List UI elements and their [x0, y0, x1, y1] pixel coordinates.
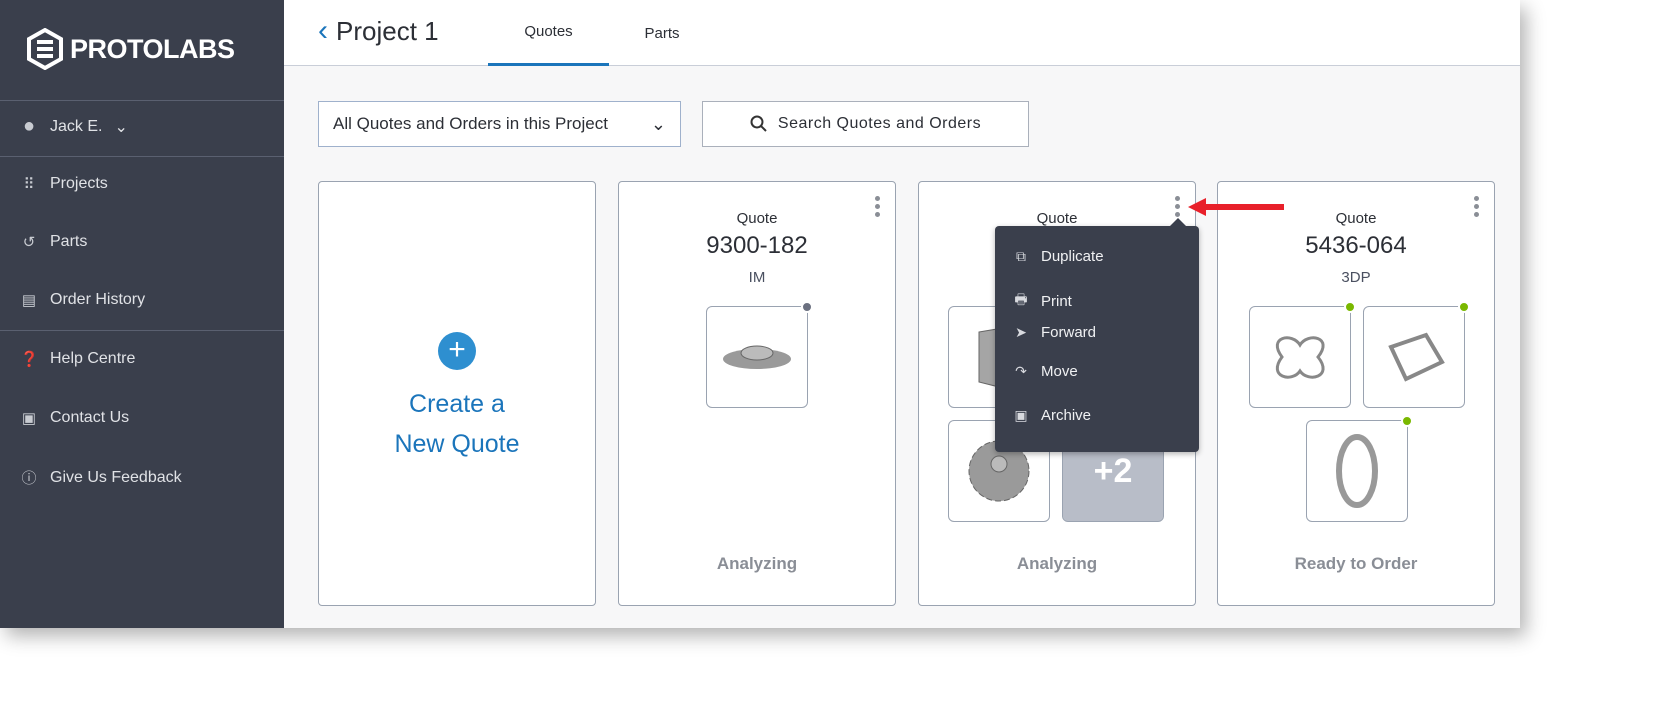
menu-item-label: Print: [1041, 292, 1072, 310]
sidebar-item-label: Parts: [50, 233, 88, 250]
tab-label: Parts: [644, 24, 680, 42]
filter-value: All Quotes and Orders in this Project: [333, 114, 608, 133]
quote-card[interactable]: Quote 5436-064 3DP Ready to Order: [1217, 181, 1495, 606]
menu-item-label: Duplicate: [1041, 248, 1104, 265]
create-quote-card[interactable]: + Create a New Quote: [318, 181, 596, 606]
part-thumbnail[interactable]: [1363, 301, 1470, 408]
feedback-icon: ⓘ: [21, 470, 37, 487]
logo-text: PROTOLABS: [70, 33, 235, 64]
sidebar-item-feedback[interactable]: ⓘ Give Us Feedback: [20, 467, 182, 488]
search-label: Search Quotes and Orders: [777, 115, 982, 132]
menu-item-label: Archive: [1041, 407, 1092, 424]
status-dot: [1401, 415, 1413, 427]
quote-label: Quote: [736, 210, 778, 227]
quote-filter-select[interactable]: All Quotes and Orders in this Project ⌄: [318, 101, 681, 147]
sidebar: PROTOLABS ● Jack E. ⌄ ⠿ Projects ↺ Parts ▤ O…: [0, 0, 284, 628]
app-window: PROTOLABS ● Jack E. ⌄ ⠿ Projects ↺ Parts ▤ O…: [0, 0, 1520, 628]
quote-status: Analyzing: [716, 554, 798, 573]
part-image: [1388, 332, 1445, 382]
sidebar-item-label: Projects: [50, 175, 108, 192]
sidebar-item-label: Help Centre: [50, 350, 136, 367]
menu-item-forward[interactable]: ➤ Forward: [1013, 324, 1096, 341]
quote-options-menu: ⧉ Duplicate 🖶 Print ➤ Forward ↷ Move ▣ Archiv…: [995, 218, 1199, 452]
user-avatar-icon: ●: [22, 115, 36, 137]
sidebar-item-label: Order History: [50, 291, 146, 308]
quote-number: 5436-064: [1305, 232, 1407, 259]
undo-icon: ↺: [22, 234, 36, 251]
page-title: Project 1: [336, 15, 439, 46]
user-menu[interactable]: ● Jack E. ⌄: [20, 115, 128, 138]
tab-parts[interactable]: Parts: [624, 0, 700, 66]
move-arrow-icon: ↷: [1015, 363, 1027, 379]
quote-status: Ready to Order: [1294, 554, 1418, 573]
search-quotes-button[interactable]: Search Quotes and Orders: [702, 101, 1029, 147]
quote-type: 3DP: [1341, 269, 1371, 286]
search-icon: [750, 115, 767, 132]
menu-item-print[interactable]: 🖶 Print: [1013, 289, 1072, 313]
part-thumbnail[interactable]: [706, 301, 813, 408]
part-image: [1336, 434, 1378, 508]
part-image: [723, 345, 791, 369]
part-thumbnail[interactable]: [1306, 415, 1413, 522]
menu-item-label: Forward: [1041, 324, 1097, 341]
sidebar-item-label: Give Us Feedback: [50, 468, 182, 486]
duplicate-icon: ⧉: [1016, 248, 1026, 264]
sidebar-item-help-centre[interactable]: ❓ Help Centre: [20, 350, 135, 368]
back-to-project[interactable]: ‹ Project 1: [318, 14, 439, 48]
annotation-arrow-icon: [1188, 198, 1284, 216]
sidebar-item-projects[interactable]: ⠿ Projects: [20, 175, 108, 193]
create-line2: New Quote: [394, 430, 520, 458]
status-dot: [801, 301, 813, 313]
quote-card[interactable]: Quote 9300-182 IM Analyzing: [618, 181, 896, 606]
sidebar-item-parts[interactable]: ↺ Parts: [20, 233, 88, 251]
tab-label: Quotes: [524, 23, 573, 40]
menu-item-archive[interactable]: ▣ Archive: [1013, 407, 1091, 424]
create-line1: Create a: [409, 390, 505, 418]
sidebar-item-contact-us[interactable]: ▣ Contact Us: [20, 409, 129, 427]
grid-icon: ⠿: [23, 176, 35, 193]
quote-type: IM: [748, 269, 766, 286]
menu-item-label: Move: [1041, 363, 1078, 380]
tab-quotes[interactable]: Quotes: [488, 0, 609, 66]
quote-status: Analyzing: [1016, 554, 1098, 573]
chevron-down-icon: ⌄: [114, 118, 128, 136]
status-dot: [1458, 301, 1470, 313]
part-image: [1275, 336, 1325, 379]
sidebar-item-order-history[interactable]: ▤ Order History: [20, 291, 145, 309]
contact-card-icon: ▣: [21, 410, 37, 427]
print-icon: 🖶: [1014, 291, 1028, 307]
protolabs-logo[interactable]: PROTOLABS: [26, 28, 235, 70]
sidebar-item-label: Contact Us: [50, 409, 130, 426]
status-dot: [1344, 301, 1356, 313]
header: ‹ Project 1 Quotes Parts: [284, 0, 1520, 66]
menu-item-duplicate[interactable]: ⧉ Duplicate: [1013, 248, 1104, 265]
order-history-icon: ▤: [21, 292, 37, 309]
quote-label: Quote: [1036, 210, 1078, 227]
archive-icon: ▣: [1014, 407, 1028, 423]
send-icon: ➤: [1015, 324, 1027, 340]
menu-item-move[interactable]: ↷ Move: [1013, 363, 1078, 380]
quote-number: 9300-182: [706, 232, 808, 259]
part-thumbnail[interactable]: [1249, 301, 1356, 408]
chevron-left-icon: ‹: [318, 14, 328, 47]
chevron-down-icon: ⌄: [650, 113, 666, 134]
logo-hexagon-icon: [27, 28, 63, 70]
user-name: Jack E.: [50, 117, 103, 135]
plus-icon: +: [438, 332, 476, 370]
help-icon: ❓: [20, 351, 39, 368]
